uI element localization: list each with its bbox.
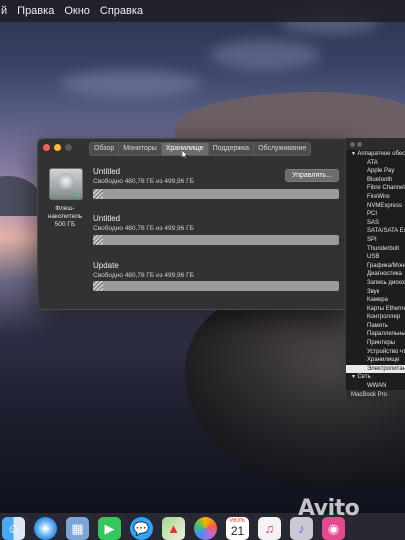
volume-entry-0: Untitled Свободно 480,78 ГБ из 499,96 ГБ (93, 167, 339, 185)
tab-overview[interactable]: Обзор (90, 143, 120, 155)
messages-icon[interactable]: 💬 (130, 517, 153, 540)
facetime-icon[interactable]: ▶ (98, 517, 121, 540)
sidebar-item[interactable]: Диагностика (346, 270, 405, 279)
sidebar-item[interactable]: PCI (346, 210, 405, 219)
sidebar-item[interactable]: Thunderbolt (346, 245, 405, 254)
volume-free-space: Свободно 480,78 ГБ из 499,96 ГБ (93, 225, 194, 232)
sidebar-footer: MacBook Pro (346, 390, 405, 400)
sidebar-item[interactable]: Контроллер (346, 313, 405, 322)
maps-icon[interactable]: ▲ (162, 517, 185, 540)
avito-watermark: Avito (298, 496, 360, 521)
sidebar-group-header[interactable]: Аппаратное обеспечение (346, 150, 405, 159)
sidebar-item[interactable]: Память (346, 322, 405, 331)
volume-entry-2: Update Свободно 480,78 ГБ из 499,96 ГБ (93, 261, 339, 279)
sidebar-item[interactable]: SATA/SATA Express (346, 227, 405, 236)
minimize-button[interactable] (54, 144, 61, 151)
preview-icon[interactable]: ▦ (66, 517, 89, 540)
sidebar-item[interactable]: Камера (346, 296, 405, 305)
itunes-icon[interactable]: ♫ (258, 517, 281, 540)
sidebar-item[interactable]: Графика/Мониторы (346, 262, 405, 271)
menu-bar: й Правка Окно Справка (0, 0, 405, 22)
storage-used-fill (93, 235, 103, 245)
sidebar-item[interactable]: Карты Ethernet (346, 305, 405, 314)
volume-entry-1: Untitled Свободно 480,78 ГБ из 499,96 ГБ (93, 214, 339, 232)
storage-bar-2 (93, 281, 339, 291)
storage-bar-1 (93, 235, 339, 245)
photos-icon[interactable] (194, 517, 217, 540)
volume-free-space: Свободно 480,78 ГБ из 499,96 ГБ (93, 272, 194, 279)
finder-icon[interactable]: ☺ (2, 517, 25, 540)
sidebar-item[interactable]: FireWire (346, 193, 405, 202)
menu-item-window[interactable]: Окно (64, 5, 90, 17)
sidebar-item[interactable]: Звук (346, 288, 405, 297)
close-button[interactable] (43, 144, 50, 151)
storage-used-fill (93, 281, 103, 291)
tab-displays[interactable]: Мониторы (119, 143, 162, 155)
sidebar-item[interactable]: Fibre Channel (346, 184, 405, 193)
sidebar-titlebar (346, 138, 405, 150)
about-this-mac-window: Обзор Мониторы Хранилище Поддержка Обслу… (37, 138, 349, 310)
storage-used-fill (93, 189, 103, 199)
sidebar-item[interactable]: Параллельный SCSI (346, 330, 405, 339)
sidebar-item[interactable]: SAS (346, 219, 405, 228)
volume-name: Untitled (93, 167, 121, 176)
sidebar-group-header[interactable]: Сеть (346, 373, 405, 382)
sidebar-item[interactable]: ATA (346, 159, 405, 168)
menu-item-edit[interactable]: Правка (17, 5, 54, 17)
zoom-button (65, 144, 72, 151)
volume-name: Update (93, 261, 119, 270)
sidebar-item[interactable]: Устройство чтения карт (346, 348, 405, 357)
system-information-sidebar: Аппаратное обеспечениеATAApple PayBlueto… (345, 138, 405, 400)
sidebar-item[interactable]: Хранилище (346, 356, 405, 365)
sidebar-item[interactable]: SPI (346, 236, 405, 245)
tab-bar: Обзор Мониторы Хранилище Поддержка Обслу… (89, 142, 312, 156)
tab-service[interactable]: Обслуживание (254, 143, 310, 155)
calendar-day: 21 (230, 524, 245, 538)
disk-label: Флеш-накопитель 500 ГБ (47, 205, 83, 228)
window-titlebar[interactable]: Обзор Мониторы Хранилище Поддержка Обслу… (38, 139, 348, 156)
safari-icon[interactable]: ✧ (34, 517, 57, 540)
sidebar-item[interactable]: Принтеры (346, 339, 405, 348)
sidebar-item[interactable]: NVMExpress (346, 202, 405, 211)
sidebar-list: Аппаратное обеспечениеATAApple PayBlueto… (346, 150, 405, 400)
flash-drive-icon (49, 168, 83, 200)
volume-name: Untitled (93, 214, 121, 223)
menu-item-help[interactable]: Справка (100, 5, 143, 17)
sidebar-item[interactable]: Запись дисков (346, 279, 405, 288)
sidebar-item[interactable]: Электропитание (346, 364, 405, 374)
menu-item-0[interactable]: й (1, 5, 7, 17)
mouse-cursor-icon (182, 150, 188, 159)
tab-support[interactable]: Поддержка (209, 143, 255, 155)
storage-bar-0 (93, 189, 339, 199)
calendar-icon[interactable]: ИЮЛЬ 21 (226, 517, 249, 540)
volume-free-space: Свободно 480,78 ГБ из 499,96 ГБ (93, 178, 194, 185)
sidebar-item[interactable]: Bluetooth (346, 176, 405, 185)
sidebar-item[interactable]: USB (346, 253, 405, 262)
sidebar-item[interactable]: Apple Pay (346, 167, 405, 176)
